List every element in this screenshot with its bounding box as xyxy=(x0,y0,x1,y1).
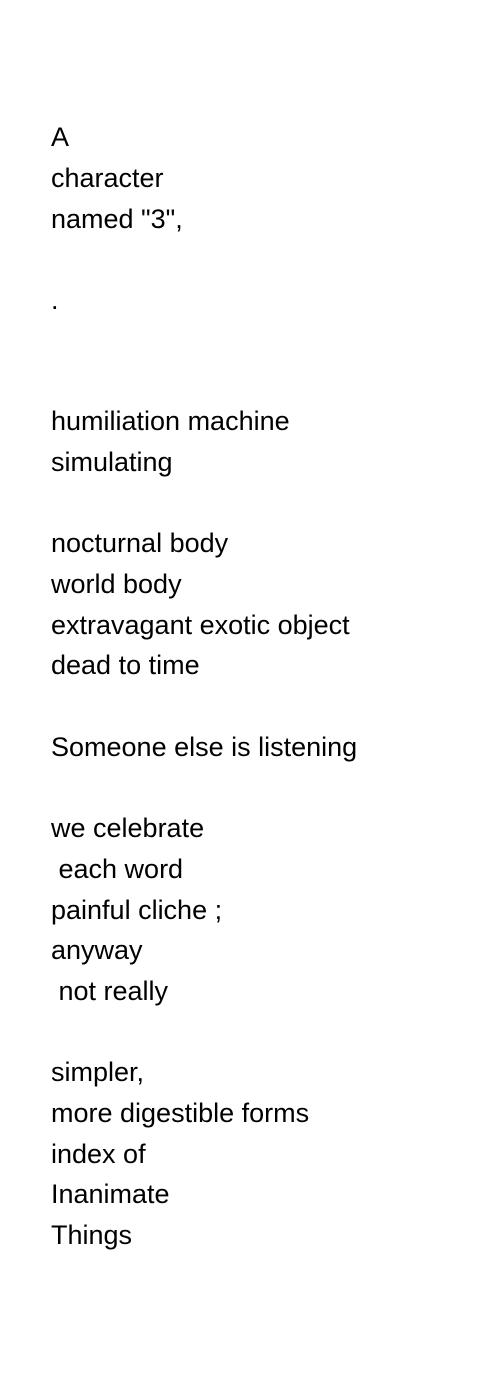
poem-line: each word xyxy=(51,853,184,884)
poem-line: dead to time xyxy=(51,650,200,681)
poem-line: we celebrate xyxy=(51,813,205,843)
poem-line: index of xyxy=(51,1138,146,1169)
poem-line: Someone else is listening xyxy=(51,732,358,762)
poem-line: simulating xyxy=(51,446,173,477)
poem-line: humiliation machine xyxy=(51,406,290,436)
poem-line: world body xyxy=(51,568,182,599)
poem-line: character xyxy=(51,162,164,193)
stanza-4: nocturnal body world body extravagant ex… xyxy=(51,523,350,686)
stanza-2: . xyxy=(51,280,59,321)
poem-line: nocturnal body xyxy=(51,528,229,558)
poem-line: simpler, xyxy=(51,1057,145,1087)
stanza-3: humiliation machine simulating xyxy=(51,401,290,483)
poem-line: named "3", xyxy=(51,203,183,234)
stanza-5: Someone else is listening xyxy=(51,727,357,768)
poem-line: more digestible forms xyxy=(51,1097,310,1128)
poem-line: not really xyxy=(51,976,169,1007)
poem-line: Things xyxy=(51,1220,133,1251)
stanza-7: simpler, more digestible forms index of … xyxy=(51,1052,309,1256)
poem-line: . xyxy=(51,285,59,315)
stanza-6: we celebrate each word painful cliche ; … xyxy=(51,808,222,1012)
poem-line: painful cliche ; xyxy=(51,894,223,925)
poem-line: Inanimate xyxy=(51,1179,170,1210)
stanza-1: A character named "3", xyxy=(51,117,183,239)
poem-line: anyway xyxy=(51,935,143,966)
poem-line: A xyxy=(51,122,70,152)
poem-line: extravagant exotic object xyxy=(51,609,350,640)
